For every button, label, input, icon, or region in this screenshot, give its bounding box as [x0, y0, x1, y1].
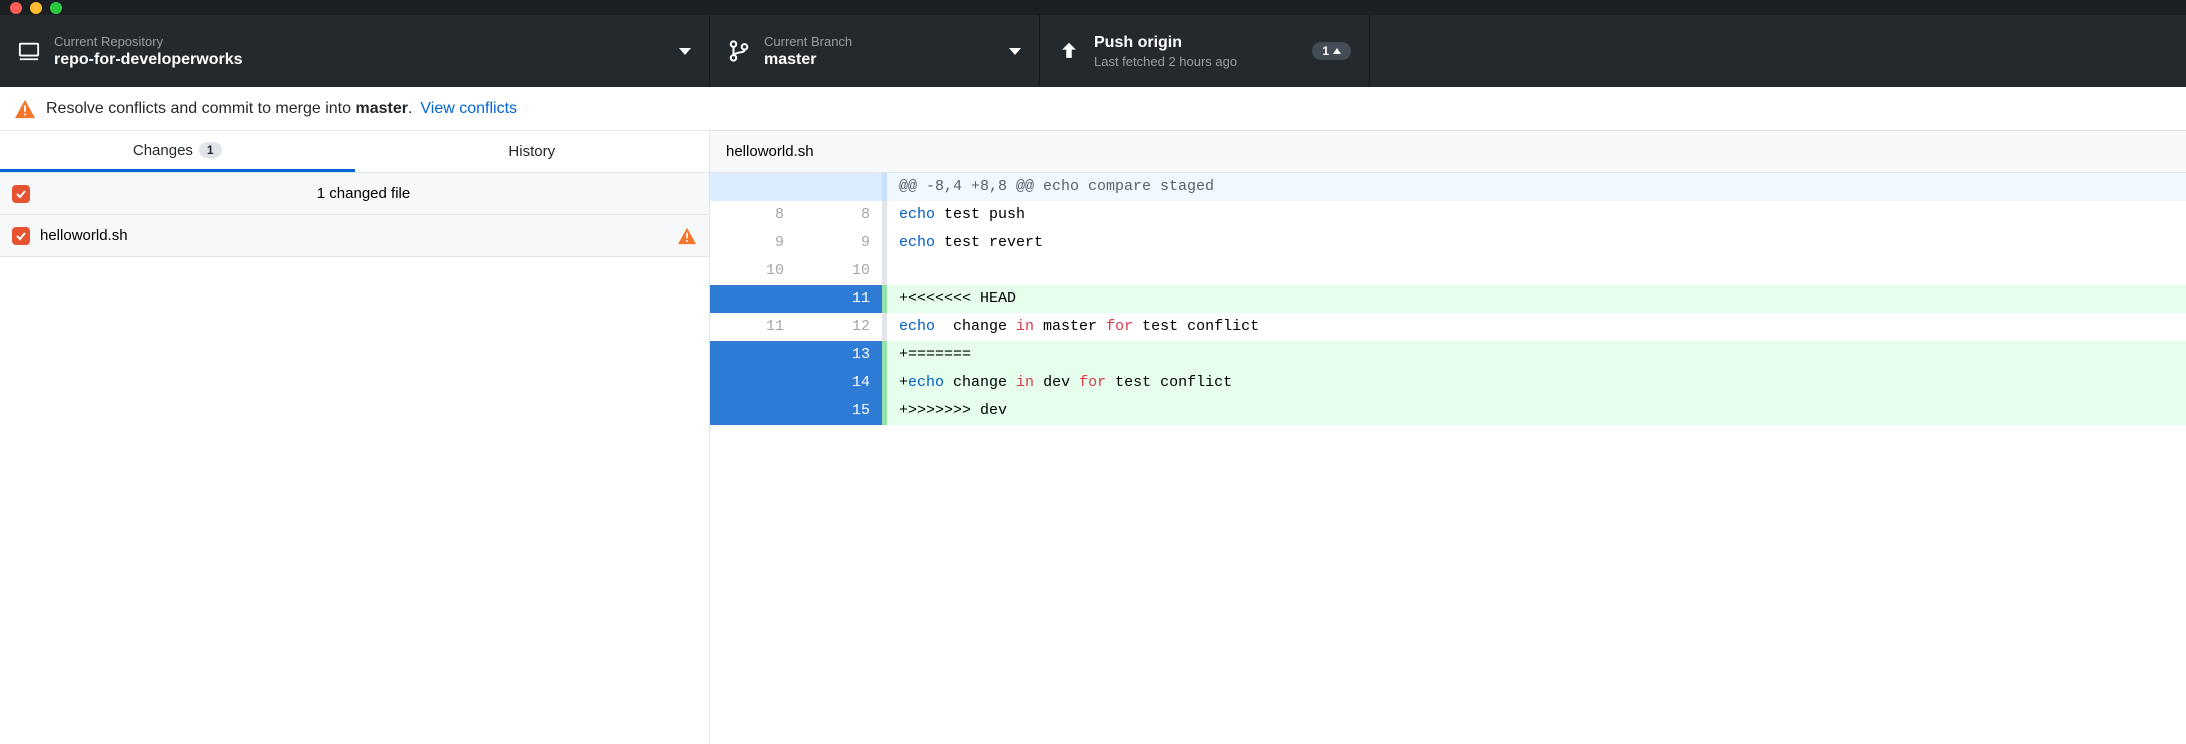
- push-count-badge: 1: [1312, 42, 1351, 60]
- diff-line[interactable]: 14+echo change in dev for test conflict: [710, 369, 2186, 397]
- diff-line[interactable]: 1112echo change in master for test confl…: [710, 313, 2186, 341]
- push-label: Push origin: [1094, 34, 1312, 52]
- file-checkbox[interactable]: [12, 227, 30, 245]
- tab-history[interactable]: History: [355, 131, 710, 172]
- branch-selector[interactable]: Current Branch master: [710, 15, 1040, 87]
- conflict-warning-icon: [677, 227, 697, 245]
- diff-filename: helloworld.sh: [710, 131, 2186, 173]
- diff-body[interactable]: @@ -8,4 +8,8 @@ echo compare staged88ech…: [710, 173, 2186, 425]
- conflict-banner: Resolve conflicts and commit to merge in…: [0, 87, 2186, 131]
- toolbar: Current Repository repo-for-developerwor…: [0, 15, 2186, 87]
- chevron-down-icon: [1009, 48, 1021, 55]
- file-list-item[interactable]: helloworld.sh: [0, 215, 709, 257]
- diff-line[interactable]: 13+=======: [710, 341, 2186, 369]
- branch-label: Current Branch: [764, 34, 1009, 49]
- tabs: Changes 1 History: [0, 131, 709, 173]
- sidebar: Changes 1 History 1 changed file hellowo…: [0, 131, 710, 744]
- window-minimize-icon[interactable]: [30, 2, 42, 14]
- diff-line[interactable]: 11+<<<<<<< HEAD: [710, 285, 2186, 313]
- git-branch-icon: [728, 40, 750, 62]
- diff-line[interactable]: 99echo test revert: [710, 229, 2186, 257]
- diff-view: helloworld.sh @@ -8,4 +8,8 @@ echo compa…: [710, 131, 2186, 744]
- diff-hunk-header: @@ -8,4 +8,8 @@ echo compare staged: [710, 173, 2186, 201]
- desktop-icon: [18, 40, 40, 62]
- diff-line[interactable]: 88echo test push: [710, 201, 2186, 229]
- diff-line[interactable]: 15+>>>>>>> dev: [710, 397, 2186, 425]
- tab-changes[interactable]: Changes 1: [0, 131, 355, 172]
- changes-header: 1 changed file: [0, 173, 709, 215]
- file-name: helloworld.sh: [40, 227, 677, 244]
- changes-count-badge: 1: [199, 142, 222, 158]
- select-all-checkbox[interactable]: [12, 185, 30, 203]
- repo-label: Current Repository: [54, 34, 679, 49]
- changed-file-count: 1 changed file: [30, 185, 697, 202]
- warning-icon: [14, 99, 36, 119]
- view-conflicts-link[interactable]: View conflicts: [420, 100, 517, 118]
- repository-selector[interactable]: Current Repository repo-for-developerwor…: [0, 15, 710, 87]
- diff-line[interactable]: 1010: [710, 257, 2186, 285]
- push-button[interactable]: Push origin Last fetched 2 hours ago 1: [1040, 15, 1370, 87]
- window-zoom-icon[interactable]: [50, 2, 62, 14]
- arrow-up-icon: [1333, 48, 1341, 54]
- push-sub: Last fetched 2 hours ago: [1094, 54, 1312, 69]
- push-arrow-icon: [1058, 40, 1080, 62]
- banner-text: Resolve conflicts and commit to merge in…: [46, 100, 412, 118]
- window-close-icon[interactable]: [10, 2, 22, 14]
- branch-name: master: [764, 51, 1009, 69]
- titlebar: [0, 0, 2186, 15]
- chevron-down-icon: [679, 48, 691, 55]
- repo-name: repo-for-developerworks: [54, 51, 679, 69]
